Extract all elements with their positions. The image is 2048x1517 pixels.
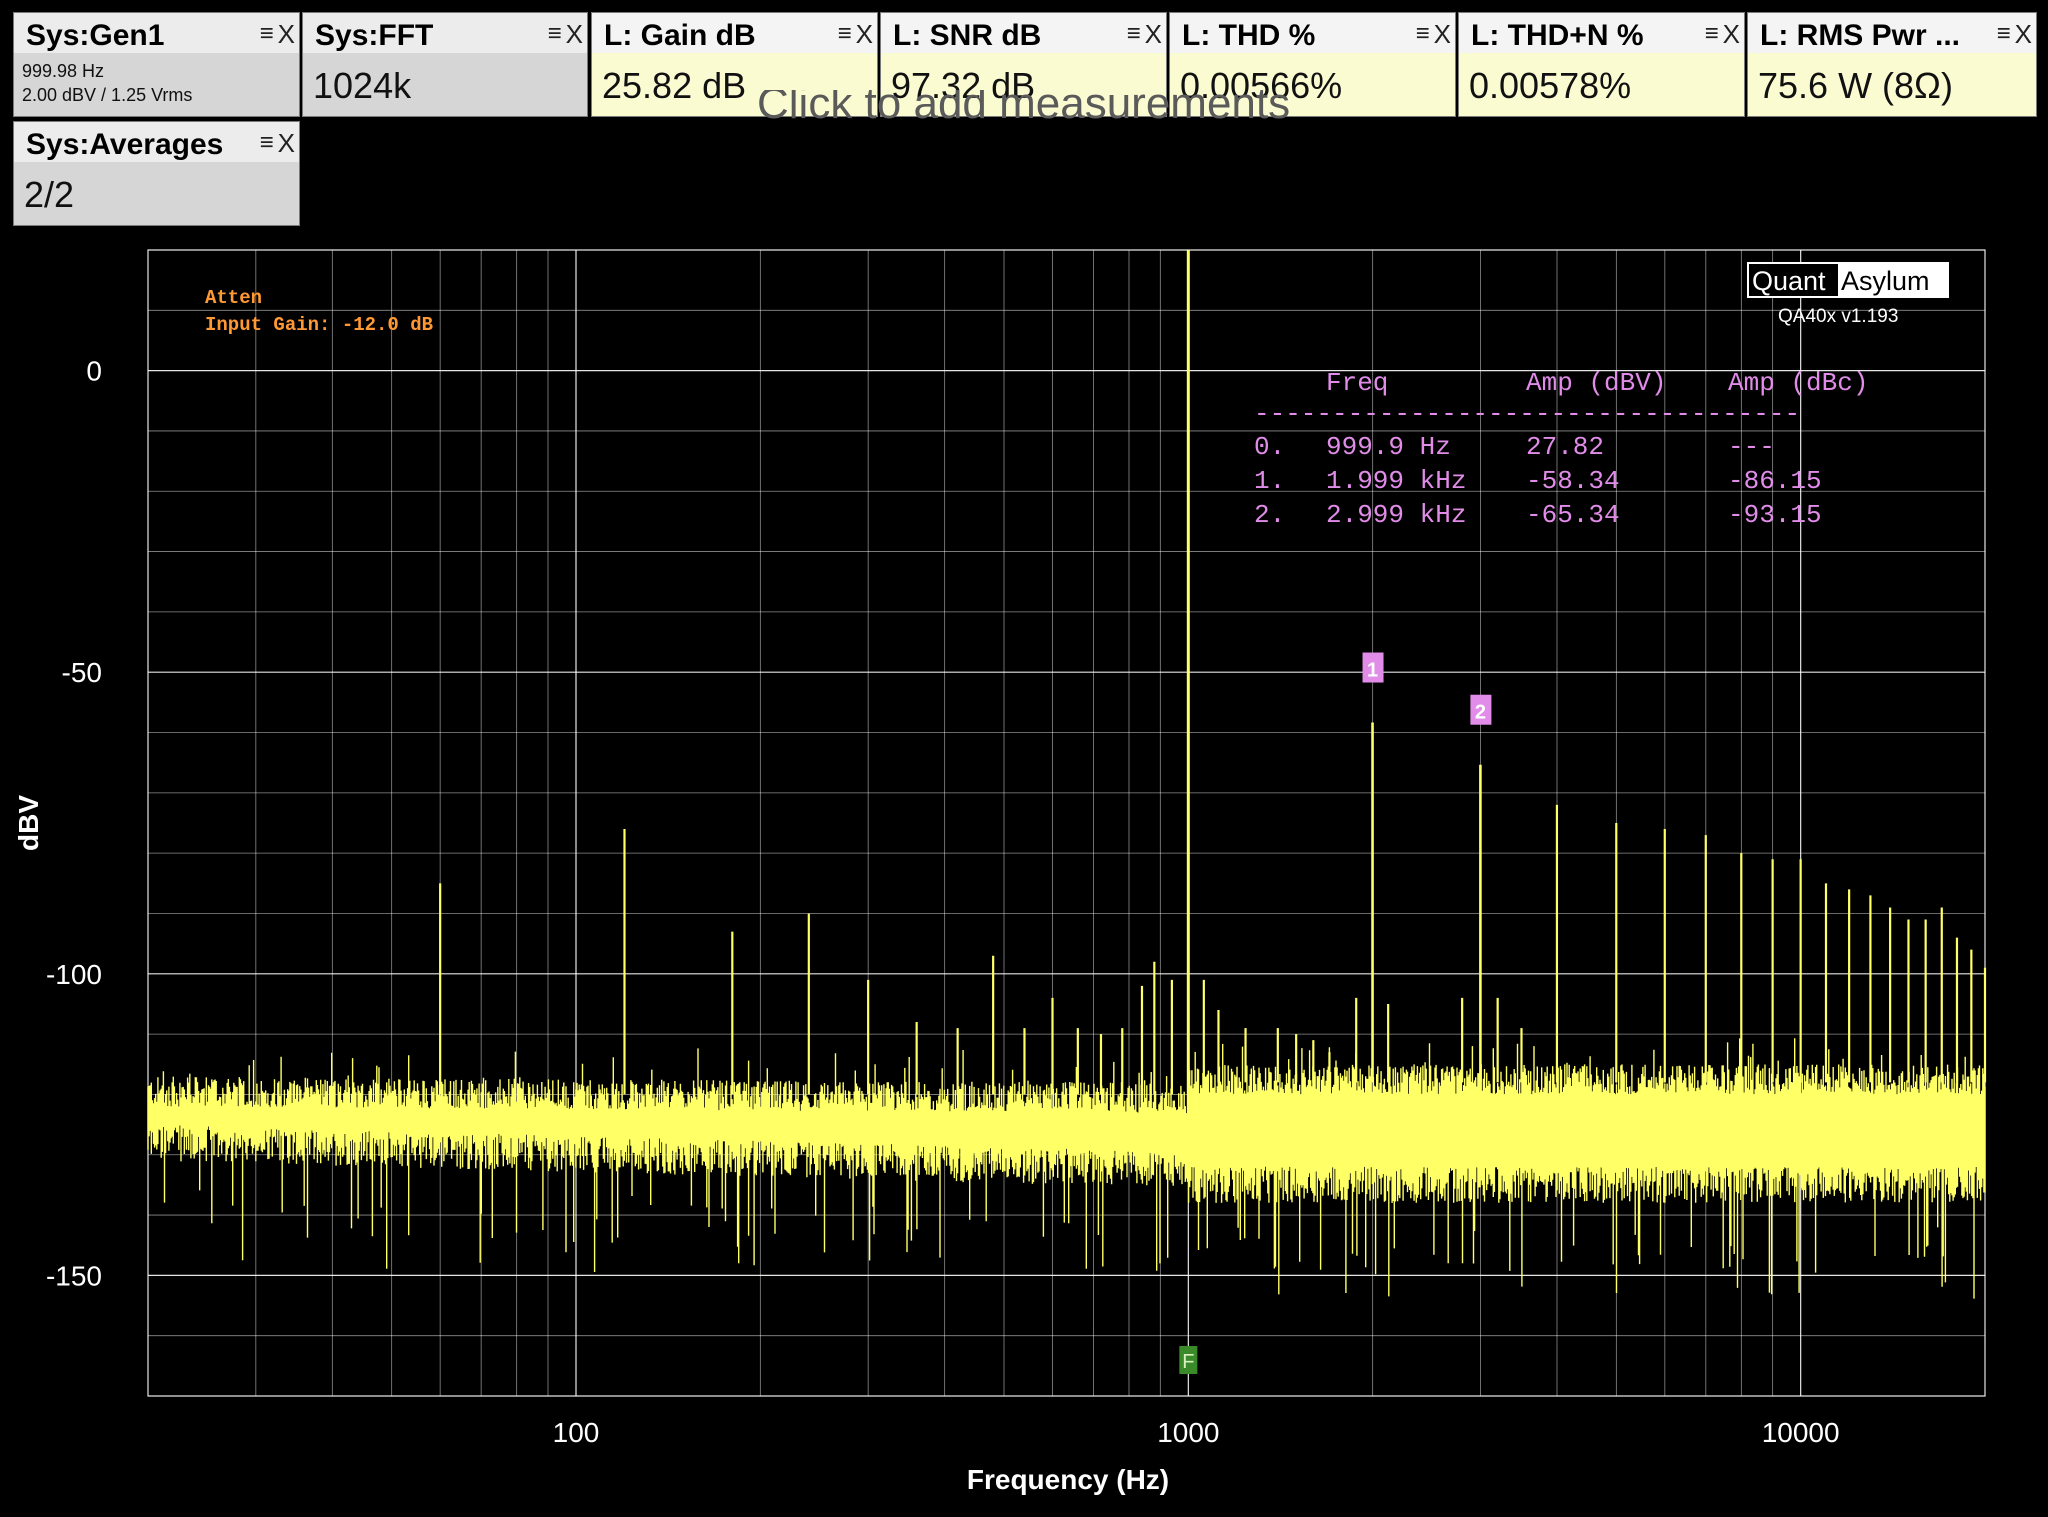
x-axis-label: Frequency (Hz) (967, 1464, 1169, 1495)
row-2-idx: 2. (1254, 500, 1285, 530)
noise-floor (147, 1038, 1986, 1299)
y-tick-label: 0 (86, 356, 102, 387)
row-2-dbc: -93.15 (1728, 500, 1822, 530)
noise-trace (147, 1038, 1986, 1299)
x-tick-label: 100 (553, 1417, 600, 1448)
version-label: QA40x v1.193 (1778, 306, 1898, 327)
fft-spectrum-chart[interactable]: 100 1000 10000 0 -50 -100 -150 Atten Input Gai… (0, 0, 2048, 1517)
harmonic-table: Freq Amp (dBV) Amp (dBc) ---------------… (1254, 368, 1868, 530)
x-tick-label: 1000 (1157, 1417, 1219, 1448)
row-2-freq: 2.999 kHz (1326, 500, 1466, 530)
table-header-freq: Freq (1326, 368, 1388, 398)
table-header-dbc: Amp (dBc) (1728, 368, 1868, 398)
harmonic-marker-label: 2 (1475, 702, 1486, 724)
logo-right: Asylum (1841, 266, 1930, 296)
harmonic-marker-label: 1 (1367, 660, 1378, 682)
row-0-dbv: 27.82 (1526, 432, 1604, 462)
row-2-dbv: -65.34 (1526, 500, 1620, 530)
row-1-dbv: -58.34 (1526, 466, 1620, 496)
harmonic-markers: 12 (1362, 652, 1492, 725)
row-1-dbc: -86.15 (1728, 466, 1822, 496)
y-tick-label: -100 (46, 959, 102, 990)
logo-left: Quant (1752, 266, 1826, 296)
y-tick-label: -50 (62, 657, 102, 688)
row-0-freq: 999.9 Hz (1326, 432, 1451, 462)
fundamental-flag: F (1179, 1346, 1198, 1374)
row-1-idx: 1. (1254, 466, 1285, 496)
x-tick-label: 10000 (1762, 1417, 1840, 1448)
y-axis-label: dBV (13, 795, 44, 851)
row-0-idx: 0. (1254, 432, 1285, 462)
y-tick-label: -150 (46, 1260, 102, 1291)
flag-label: F (1182, 1351, 1194, 1373)
table-header-dbv: Amp (dBV) (1526, 368, 1666, 398)
input-gain-annotation: Input Gain: -12.0 dB (205, 314, 433, 336)
attenuator-annotation: Atten (205, 287, 262, 309)
row-0-dbc: --- (1728, 432, 1775, 462)
table-divider: ----------------------------------- (1254, 399, 1800, 429)
quantasylum-logo: Quant Asylum QA40x v1.193 (1747, 262, 1949, 327)
row-1-freq: 1.999 kHz (1326, 466, 1466, 496)
